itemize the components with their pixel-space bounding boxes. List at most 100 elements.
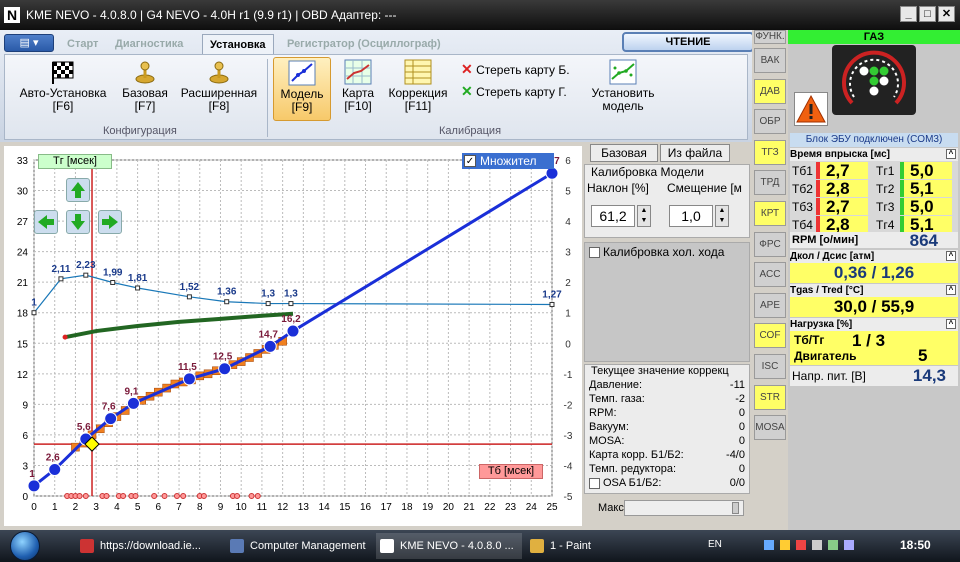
inj-tb3: Тб3 2,7 — [790, 198, 870, 215]
correction-button[interactable]: Коррекция [F11] — [383, 57, 453, 121]
multiplier-point-label: 1,27 — [542, 289, 562, 300]
y-tick-label: 27 — [17, 217, 29, 228]
pan-up-button[interactable] — [66, 178, 90, 202]
multiplier-toggle[interactable]: ✓ Множител — [462, 153, 554, 169]
sample-dot — [132, 493, 139, 499]
osa-checkbox[interactable] — [589, 478, 600, 489]
sidebar-item-0[interactable]: ФУНК. — [754, 30, 786, 44]
multiplier-point — [265, 301, 271, 307]
erase-map-g-button[interactable]: ✕ Стереть карту Г. — [461, 83, 567, 100]
base-button[interactable]: Базовая — [590, 144, 658, 162]
offset-stepper[interactable]: ▲ ▼ — [715, 205, 729, 227]
pressure-value-box: 0,36 / 1,26 — [790, 263, 958, 283]
sidebar-item-1[interactable]: ВАК — [754, 48, 786, 73]
calibration-panel: Базовая Из файла Калибровка Модели Накло… — [584, 144, 750, 524]
sidebar-item-13[interactable]: МОSA — [754, 415, 786, 441]
task-computer-management[interactable]: Computer Management — [226, 533, 372, 559]
task-kme-nevo[interactable]: KME NEVO - 4.0.8.0 ... — [376, 533, 522, 559]
pin-icon: ^ — [946, 251, 956, 261]
sidebar-item-12[interactable]: STR — [754, 384, 786, 410]
kv-gas-temp: Темп. газа: -2 — [589, 393, 745, 405]
slider-thumb[interactable] — [732, 502, 739, 514]
advanced-setup-button[interactable]: Расширенная [F8] — [177, 57, 261, 121]
offset-input[interactable]: 1,0 — [669, 205, 713, 227]
model-graph-icon — [274, 58, 330, 88]
set-model-button[interactable]: Установить модель — [587, 57, 659, 121]
model-point — [286, 324, 300, 338]
app-menu-button[interactable]: ▤ ▾ — [4, 34, 54, 52]
pan-left-button[interactable] — [34, 210, 58, 234]
tab-start[interactable]: Старт — [60, 34, 105, 54]
sidebar-item-10[interactable]: СОF — [754, 323, 786, 349]
model-point-label: 7,6 — [102, 402, 116, 413]
task-paint[interactable]: 1 - Paint — [526, 533, 672, 559]
task-ie[interactable]: https://download.ie... — [76, 533, 222, 559]
model-point — [48, 463, 62, 477]
model-point-label: 2,6 — [46, 453, 60, 464]
sidebar-item-6[interactable]: КРТ — [754, 201, 786, 226]
offset-label: Смещение [м — [667, 181, 742, 195]
tab-setup[interactable]: Установка — [202, 34, 274, 54]
x-tick-label: 19 — [422, 502, 434, 513]
pressure-title: Дкол / Дсис [атм] ^ — [790, 250, 958, 263]
y-tick-label: 12 — [17, 370, 29, 381]
model-button[interactable]: Модель [F9] — [273, 57, 331, 121]
ribbon: ▤ ▾ Старт Диагностика Установка Регистра… — [0, 30, 754, 142]
auto-setup-button[interactable]: Авто-Установка [F6] — [11, 57, 115, 121]
close-button[interactable]: ✕ — [938, 6, 955, 22]
erase-map-b-button[interactable]: ✕ Стереть карту Б. — [461, 61, 570, 78]
model-chart[interactable]: 0 1 2 3 4 5 6 7 8 9 10 11 12 13 14 15 16 17 18 19 20 21 22 23 24… — [4, 146, 582, 526]
security-icon — [780, 540, 790, 550]
group-label-config: Конфигурация — [103, 125, 177, 137]
x-tick-label: 2 — [73, 502, 79, 513]
pan-down-button[interactable] — [66, 210, 90, 234]
chevron-down-icon: ▼ — [718, 217, 726, 224]
red-x-icon: ✕ — [461, 61, 473, 77]
start-button[interactable] — [10, 531, 40, 561]
gauge-icon — [832, 45, 916, 115]
tab-recorder[interactable]: Регистратор (Осциллограф) — [280, 34, 448, 54]
base-setup-button[interactable]: Базовая [F7] — [117, 57, 173, 121]
map-button[interactable]: Карта [F10] — [335, 57, 381, 121]
sidebar-item-4[interactable]: ТГЗ — [754, 139, 786, 165]
sidebar-item-3[interactable]: ОБР — [754, 109, 786, 135]
system-tray[interactable] — [764, 540, 884, 552]
multiplier-point-label: 2,11 — [51, 264, 70, 275]
sidebar-item-9[interactable]: АРЕ — [754, 292, 786, 318]
injection-grid: Тб1 2,7 Тб2 2,8 Тб3 2,7 Тб4 2,8 Тг1 5,0 Тг2 5,… — [790, 161, 958, 233]
sidebar-item-2[interactable]: ДАВ — [754, 78, 786, 104]
minimize-button[interactable]: _ — [900, 6, 917, 22]
multiplier-checkbox[interactable]: ✓ — [464, 155, 476, 167]
x-tick-label: 11 — [257, 502, 268, 513]
max-slider[interactable] — [624, 500, 744, 516]
y-tick-label: 6 — [22, 431, 28, 442]
slope-stepper[interactable]: ▲ ▼ — [637, 205, 651, 227]
y2-tick-label: 0 — [565, 339, 571, 350]
read-button[interactable]: ЧТЕНИЕ — [622, 32, 754, 52]
from-file-button[interactable]: Из файла — [660, 144, 730, 162]
maximize-button[interactable]: □ — [919, 6, 936, 22]
y2-tick-label: 5 — [565, 187, 571, 198]
sample-dot — [120, 493, 127, 499]
erase-map-g-label: Стереть карту Г. — [476, 85, 567, 99]
battery-icon — [828, 540, 838, 550]
tab-diagnostics[interactable]: Диагностика — [108, 34, 190, 54]
multiplier-point-label: 1,3 — [261, 289, 275, 300]
model-calibration-group: Калибровка Модели Наклон [%] Смещение [м… — [584, 164, 750, 238]
idle-calibration-checkbox[interactable] — [589, 247, 600, 258]
pan-right-button[interactable] — [98, 210, 122, 234]
network-icon — [764, 540, 774, 550]
sidebar-item-11[interactable]: ISC — [754, 354, 786, 379]
language-indicator[interactable]: EN — [708, 539, 722, 550]
x-tick-label: 15 — [339, 502, 351, 513]
chevron-down-icon: ▼ — [640, 217, 648, 224]
model-point — [182, 372, 196, 386]
slope-input[interactable]: 61,2 — [591, 205, 635, 227]
x-tick-label: 5 — [135, 502, 141, 513]
sidebar-item-8[interactable]: АСС — [754, 262, 786, 288]
sidebar-item-5[interactable]: ТРД — [754, 170, 786, 196]
sample-dot — [82, 493, 89, 499]
erase-map-b-label: Стереть карту Б. — [476, 63, 570, 77]
arrow-up-icon — [71, 182, 85, 198]
sidebar-item-7[interactable]: ФРС — [754, 231, 786, 257]
